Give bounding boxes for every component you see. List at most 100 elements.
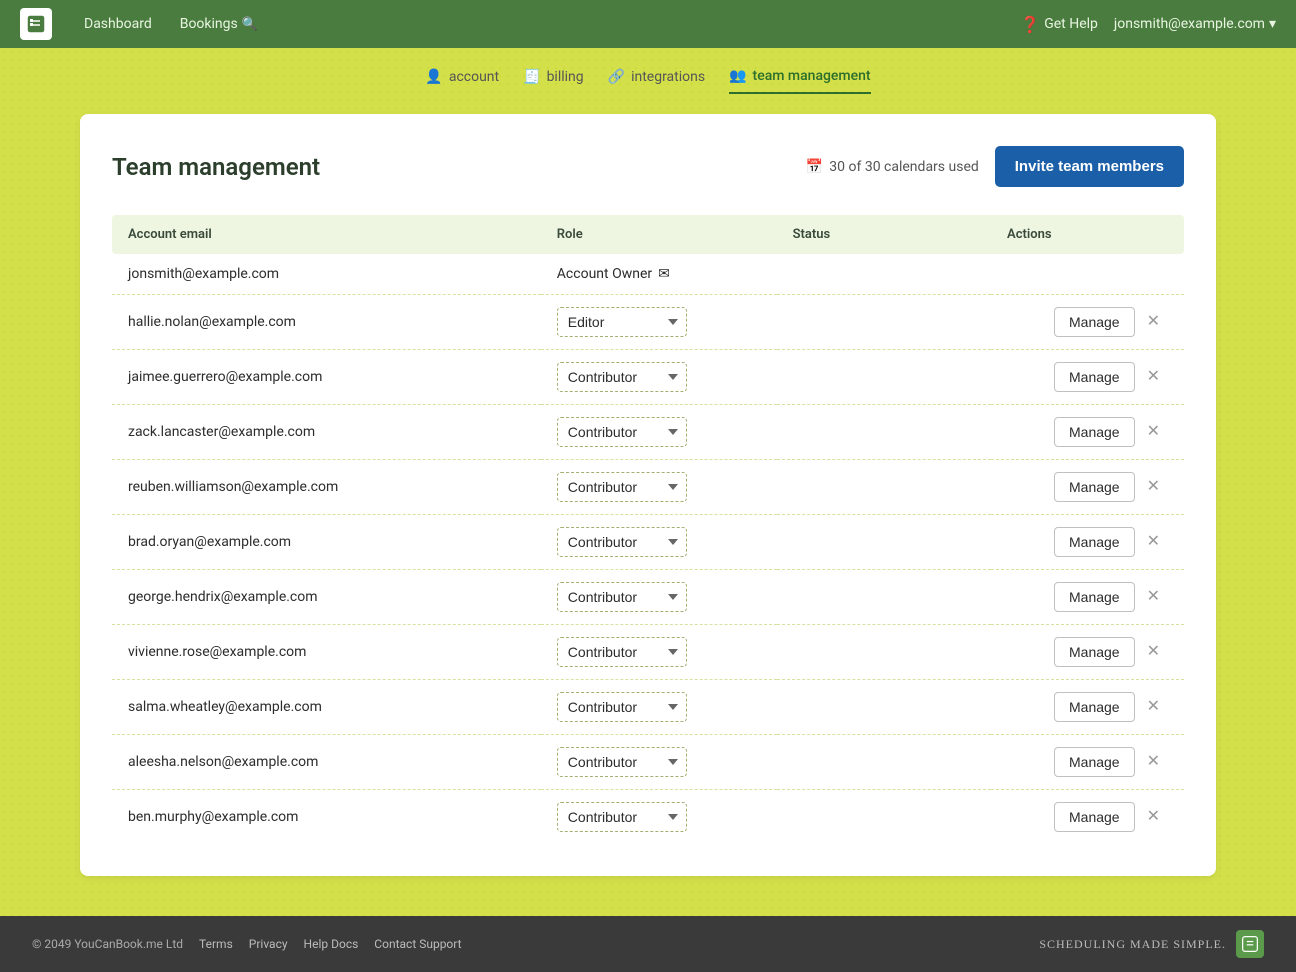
- cell-role[interactable]: EditorContributorViewer: [541, 405, 777, 460]
- manage-button[interactable]: Manage: [1054, 637, 1135, 667]
- role-select[interactable]: EditorContributorViewer: [557, 692, 687, 722]
- calendar-usage: 📅 30 of 30 calendars used: [806, 159, 979, 175]
- cell-actions: Manage ✕: [991, 570, 1184, 625]
- footer-privacy[interactable]: Privacy: [249, 937, 288, 951]
- nav-bookings[interactable]: Bookings 🔍: [168, 10, 270, 38]
- account-icon: 👤: [425, 69, 442, 85]
- role-select[interactable]: EditorContributorViewer: [557, 802, 687, 832]
- close-icon: ✕: [1147, 753, 1160, 770]
- table-body: jonsmith@example.comAccount Owner ✉halli…: [112, 254, 1184, 844]
- cell-actions: Manage ✕: [991, 405, 1184, 460]
- manage-button[interactable]: Manage: [1054, 802, 1135, 832]
- cell-actions: Manage ✕: [991, 735, 1184, 790]
- billing-icon: 🧾: [523, 69, 540, 85]
- manage-button[interactable]: Manage: [1054, 582, 1135, 612]
- manage-button[interactable]: Manage: [1054, 307, 1135, 337]
- remove-button[interactable]: ✕: [1139, 750, 1168, 774]
- footer-left: © 2049 YouCanBook.me Ltd Terms Privacy H…: [32, 937, 462, 951]
- user-menu[interactable]: jonsmith@example.com ▾: [1114, 16, 1276, 32]
- table-row: george.hendrix@example.comEditorContribu…: [112, 570, 1184, 625]
- actions-container: Manage ✕: [1007, 747, 1168, 777]
- cell-actions: Manage✕: [991, 295, 1184, 350]
- invite-team-members-button[interactable]: Invite team members: [995, 146, 1184, 187]
- cell-role[interactable]: EditorContributorViewer: [541, 295, 777, 350]
- account-owner-label: Account Owner ✉: [557, 266, 761, 282]
- table-row: zack.lancaster@example.com EditorContribu…: [112, 405, 1184, 460]
- remove-button[interactable]: ✕: [1139, 475, 1168, 499]
- manage-button[interactable]: Manage: [1054, 747, 1135, 777]
- table-row: salma.wheatley@example.comEditorContribu…: [112, 680, 1184, 735]
- cell-actions: Manage✕: [991, 790, 1184, 845]
- tab-account[interactable]: 👤 account: [425, 68, 499, 94]
- manage-button[interactable]: Manage: [1054, 417, 1135, 447]
- remove-button[interactable]: ✕: [1139, 585, 1168, 609]
- cell-email: jaimee.guerrero@example.com: [112, 350, 541, 405]
- footer-right: Scheduling Made Simple.: [1039, 930, 1264, 958]
- manage-button[interactable]: Manage: [1054, 472, 1135, 502]
- footer-contact[interactable]: Contact Support: [374, 937, 461, 951]
- remove-button[interactable]: ✕: [1139, 695, 1168, 719]
- table-header: Account email Role Status Actions: [112, 215, 1184, 254]
- card-header: Team management 📅 30 of 30 calendars use…: [112, 146, 1184, 187]
- tab-team-management[interactable]: 👥 team management: [729, 68, 871, 94]
- actions-container: Manage✕: [1007, 362, 1168, 392]
- manage-button[interactable]: Manage: [1054, 692, 1135, 722]
- role-select[interactable]: EditorContributorViewer: [557, 747, 687, 777]
- nav-dashboard[interactable]: Dashboard: [72, 10, 164, 38]
- cell-role[interactable]: EditorContributorViewer: [541, 515, 777, 570]
- close-icon: ✕: [1147, 698, 1160, 715]
- cell-email: vivienne.rose@example.com: [112, 625, 541, 680]
- cell-email: brad.oryan@example.com: [112, 515, 541, 570]
- nav-right: ❓ Get Help jonsmith@example.com ▾: [1020, 15, 1276, 34]
- cell-role[interactable]: EditorContributorViewer: [541, 570, 777, 625]
- cell-role[interactable]: EditorContributorViewer: [541, 680, 777, 735]
- role-select[interactable]: EditorContributorViewer: [557, 307, 687, 337]
- nav-links: Dashboard Bookings 🔍: [72, 10, 1020, 38]
- cell-role[interactable]: EditorContributorViewer: [541, 790, 777, 845]
- nav-dashboard-label: Dashboard: [84, 16, 152, 32]
- cell-role[interactable]: EditorContributorViewer: [541, 350, 777, 405]
- cell-role[interactable]: EditorContributorViewer: [541, 460, 777, 515]
- role-select[interactable]: EditorContributorViewer: [557, 362, 687, 392]
- header-right: 📅 30 of 30 calendars used Invite team me…: [806, 146, 1184, 187]
- remove-button[interactable]: ✕: [1139, 420, 1168, 444]
- cell-status: [777, 735, 991, 790]
- remove-button[interactable]: ✕: [1139, 310, 1168, 334]
- close-icon: ✕: [1147, 423, 1160, 440]
- footer-terms[interactable]: Terms: [199, 937, 233, 951]
- tab-integrations[interactable]: 🔗 integrations: [608, 68, 705, 94]
- table-row: vivienne.rose@example.com EditorContribut…: [112, 625, 1184, 680]
- table-row: brad.oryan@example.com EditorContributorV…: [112, 515, 1184, 570]
- cell-role: Account Owner ✉: [541, 254, 777, 295]
- role-select[interactable]: EditorContributorViewer: [557, 417, 687, 447]
- cell-status: [777, 460, 991, 515]
- cell-status: [777, 295, 991, 350]
- role-select[interactable]: EditorContributorViewer: [557, 637, 687, 667]
- actions-container: Manage✕: [1007, 472, 1168, 502]
- cell-email: zack.lancaster@example.com: [112, 405, 541, 460]
- manage-button[interactable]: Manage: [1054, 527, 1135, 557]
- remove-button[interactable]: ✕: [1139, 640, 1168, 664]
- role-select[interactable]: EditorContributorViewer: [557, 527, 687, 557]
- tab-billing[interactable]: 🧾 billing: [523, 68, 584, 94]
- role-select[interactable]: EditorContributorViewer: [557, 472, 687, 502]
- remove-button[interactable]: ✕: [1139, 530, 1168, 554]
- main-content: Team management 📅 30 of 30 calendars use…: [0, 94, 1296, 916]
- cell-actions: Manage ✕: [991, 680, 1184, 735]
- table-row: reuben.williamson@example.comEditorContr…: [112, 460, 1184, 515]
- actions-container: Manage✕: [1007, 307, 1168, 337]
- actions-container: Manage✕: [1007, 637, 1168, 667]
- role-select[interactable]: EditorContributorViewer: [557, 582, 687, 612]
- footer-help-docs[interactable]: Help Docs: [304, 937, 359, 951]
- calendar-icon: 📅: [806, 159, 823, 175]
- cell-actions: Manage✕: [991, 625, 1184, 680]
- close-icon: ✕: [1147, 588, 1160, 605]
- manage-button[interactable]: Manage: [1054, 362, 1135, 392]
- cell-status: [777, 570, 991, 625]
- team-icon: 👥: [729, 68, 746, 84]
- help-link[interactable]: ❓ Get Help: [1020, 15, 1098, 34]
- cell-role[interactable]: EditorContributorViewer: [541, 735, 777, 790]
- remove-button[interactable]: ✕: [1139, 805, 1168, 829]
- cell-role[interactable]: EditorContributorViewer: [541, 625, 777, 680]
- remove-button[interactable]: ✕: [1139, 365, 1168, 389]
